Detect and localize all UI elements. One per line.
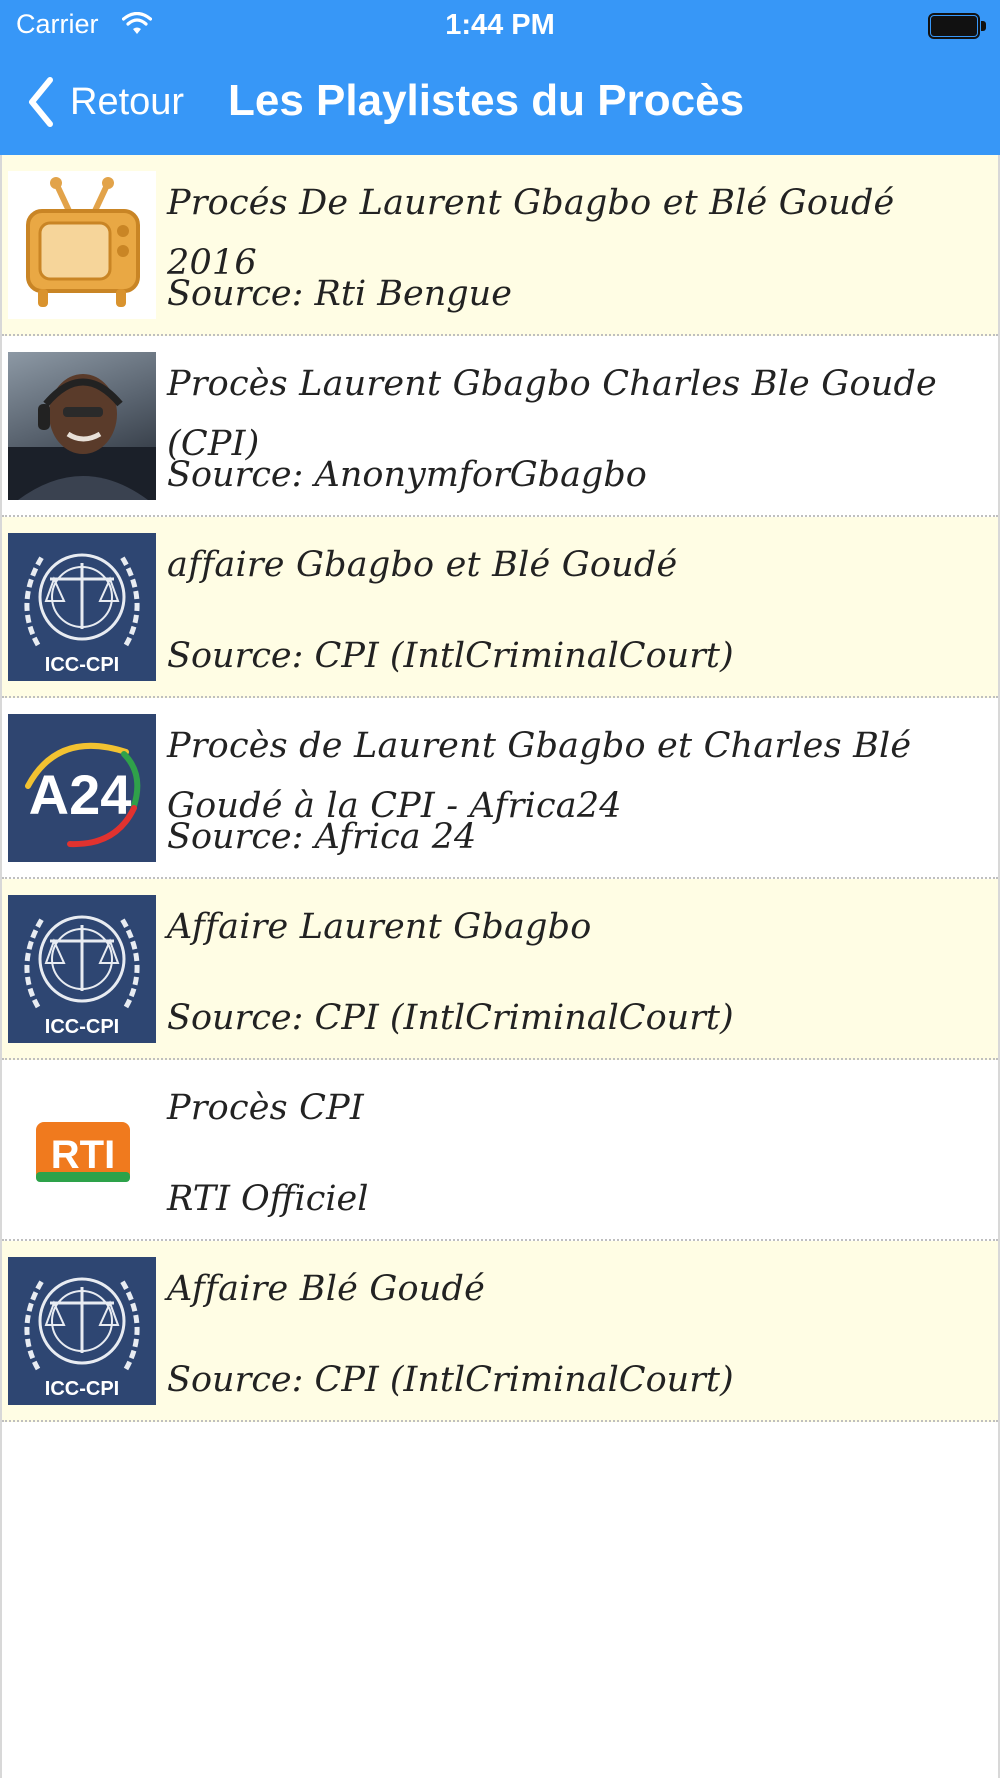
playlist-source: RTI Officiel <box>167 1179 369 1219</box>
battery-icon <box>928 13 986 39</box>
playlist-source: Source: CPI (IntlCriminalCourt) <box>167 998 734 1038</box>
tv-icon <box>8 171 156 319</box>
header: Carrier 1:44 PM Retour Les Playlistes du… <box>0 0 1000 155</box>
playlist-source: Source: Africa 24 <box>167 817 477 857</box>
icc-cpi-logo: ICC-CPI <box>8 533 156 681</box>
playlist-title: affaire Gbagbo et Blé Goudé <box>167 545 678 585</box>
rti-logo: RTI <box>8 1076 156 1224</box>
navigation-bar: Retour Les Playlistes du Procès <box>0 50 1000 155</box>
africa24-logo: A24 <box>8 714 156 862</box>
icc-cpi-logo-text: ICC-CPI <box>45 654 119 676</box>
status-bar: Carrier 1:44 PM <box>0 0 1000 50</box>
screen: Carrier 1:44 PM Retour Les Playlistes du… <box>0 0 1000 1778</box>
playlist-row[interactable]: ICC-CPI Affaire Blé Goudé Source: CPI (I… <box>2 1241 998 1422</box>
icc-cpi-logo: ICC-CPI <box>8 1257 156 1405</box>
africa24-logo-text: A24 <box>29 763 132 826</box>
playlist-thumbnail <box>8 352 156 500</box>
icc-cpi-logo-text: ICC-CPI <box>45 1378 119 1400</box>
playlist-source: Source: Rti Bengue <box>167 274 512 314</box>
playlist-row[interactable]: ICC-CPI affaire Gbagbo et Blé Goudé Sour… <box>2 517 998 698</box>
playlist-row[interactable]: RTI Procès CPI RTI Officiel <box>2 1060 998 1241</box>
playlist-title: Affaire Blé Goudé <box>167 1269 486 1309</box>
playlist-row[interactable]: Procés De Laurent Gbagbo et Blé Goudé 20… <box>2 155 998 336</box>
playlist-row[interactable]: Procès Laurent Gbagbo Charles Ble Goude … <box>2 336 998 517</box>
playlist-title: Procès CPI <box>167 1088 364 1128</box>
clock: 1:44 PM <box>445 9 555 41</box>
back-label: Retour <box>70 80 185 123</box>
icc-cpi-logo: ICC-CPI <box>8 895 156 1043</box>
playlist-row[interactable]: ICC-CPI Affaire Laurent Gbagbo Source: C… <box>2 879 998 1060</box>
playlist-list: Procés De Laurent Gbagbo et Blé Goudé 20… <box>0 155 1000 1778</box>
icc-cpi-logo-text: ICC-CPI <box>45 1016 119 1038</box>
playlist-row[interactable]: A24 Procès de Laurent Gbagbo et Charles … <box>2 698 998 879</box>
playlist-source: Source: CPI (IntlCriminalCourt) <box>167 636 734 676</box>
back-button[interactable]: Retour <box>26 74 184 130</box>
rti-logo-text: RTI <box>51 1133 115 1177</box>
playlist-source: Source: CPI (IntlCriminalCourt) <box>167 1360 734 1400</box>
chevron-left-icon <box>29 77 53 127</box>
page-title: Les Playlistes du Procès <box>228 76 745 125</box>
playlist-title: Affaire Laurent Gbagbo <box>167 907 592 947</box>
playlist-source: Source: AnonymforGbagbo <box>167 455 647 495</box>
